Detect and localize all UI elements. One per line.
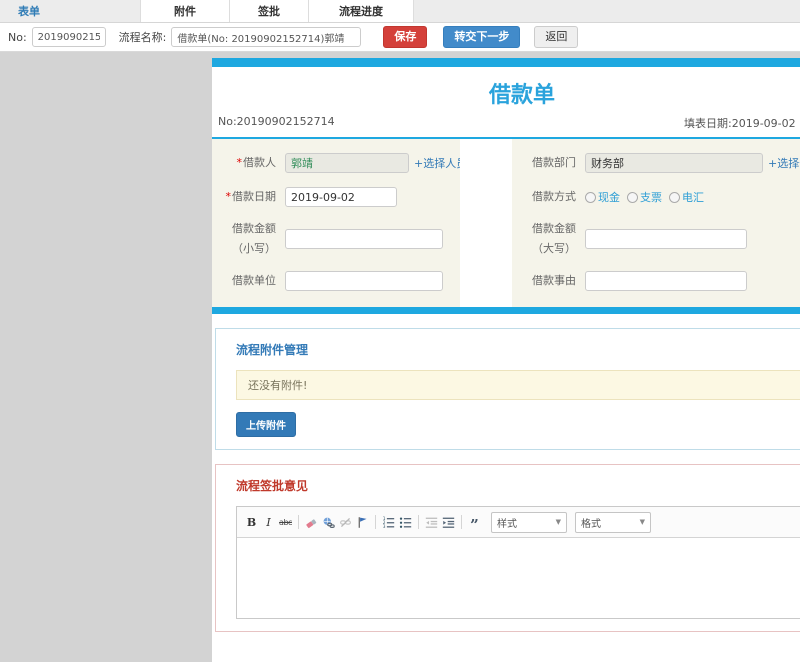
page-title: 借款单 [488,83,555,108]
borrow-reason-row: 借款事由 [512,264,800,298]
borrow-date-row: *借款日期 [212,180,460,214]
borrower-label-text: 借款人 [243,156,276,170]
dept-row: 借款部门 +选择部门 [512,146,800,180]
borrower-input[interactable] [285,153,409,173]
borrow-date-label: *借款日期 [212,187,277,207]
borrow-date-input[interactable] [285,187,397,207]
action-toolbar: No: 流程名称: 保存 转交下一步 返回 [0,23,800,52]
tab-attachment[interactable]: 附件 [140,0,230,22]
forward-next-step-button[interactable]: 转交下一步 [443,26,521,48]
borrower-row: *借款人 +选择人员 [212,146,467,180]
flow-name-input[interactable] [171,27,362,47]
anchor-flag-icon[interactable] [354,514,371,530]
numbered-list-icon[interactable]: 1 2 3 [380,514,397,530]
no-input[interactable] [31,27,106,47]
borrower-label: *借款人 [212,153,277,173]
outdent-icon[interactable] [423,514,440,530]
top-tab-bar: 表单 附件 签批 流程进度 [0,0,800,23]
dept-input[interactable] [585,153,763,173]
back-button[interactable]: 返回 [534,26,579,48]
strikethrough-icon[interactable]: abc [277,514,294,530]
amount-upper-row: 借款金额（大写） [512,214,800,264]
tab-process-progress[interactable]: 流程进度 [309,0,414,22]
unlink-icon[interactable] [337,514,354,530]
borrow-method-label: 借款方式 [532,190,576,204]
form-meta-row: No:20190902152714 填表日期:2019-09-02 15:27:… [212,115,800,137]
bottom-accent-bar [212,307,800,314]
toolbar-separator [375,515,376,529]
rich-text-editor: B I abc 1 2 3 ” 样式 ▼ 格式 ▼ [236,506,800,619]
borrow-unit-label: 借款单位 [232,274,276,288]
italic-icon[interactable]: I [260,514,277,530]
borrow-unit-row: 借款单位 [212,264,460,298]
toolbar-separator [418,515,419,529]
required-star: * [236,156,243,170]
borrow-reason-input[interactable] [585,271,747,291]
radio-wire-transfer-label: 电汇 [682,191,704,204]
radio-cheque-label: 支票 [640,191,662,204]
radio-cash[interactable]: 现金 [585,189,620,205]
amount-upper-label: 借款金额（大写） [532,222,576,255]
chevron-down-icon: ▼ [639,518,645,526]
radio-wire-transfer[interactable]: 电汇 [669,189,704,205]
no-attachment-notice: 还没有附件! [236,370,800,400]
amount-lower-label: 借款金额（小写） [232,222,276,255]
amount-lower-row: 借款金额（小写） [212,214,460,264]
column-gap [460,139,512,307]
approval-section-title: 流程签批意见 [236,479,309,493]
borrow-method-options: 现金 支票 电汇 [585,189,711,205]
editor-toolbar: B I abc 1 2 3 ” 样式 ▼ 格式 ▼ [237,507,800,538]
svg-text:3: 3 [383,524,386,529]
approval-comment-section: 流程签批意见 B I abc 1 2 3 ” 样式 ▼ 格式 ▼ [215,464,800,632]
toolbar-separator [298,515,299,529]
format-dropdown-label: 格式 [581,518,601,530]
form-date-text: 填表日期:2019-09-02 15:27:1 [684,117,800,130]
chevron-down-icon: ▼ [555,518,561,526]
tab-approval[interactable]: 签批 [230,0,309,22]
borrow-unit-input[interactable] [285,271,443,291]
styles-dropdown-label: 样式 [497,518,517,530]
editor-content-area[interactable] [237,538,800,618]
select-dept-link[interactable]: +选择部门 [768,155,800,171]
toolbar-separator [461,515,462,529]
attachment-section-title: 流程附件管理 [236,343,309,357]
format-dropdown[interactable]: 格式 ▼ [575,511,651,533]
save-button[interactable]: 保存 [383,26,428,48]
amount-lower-input[interactable] [285,229,443,249]
styles-dropdown[interactable]: 样式 ▼ [491,511,567,533]
loan-form-panel: 借款单 No:20190902152714 填表日期:2019-09-02 15… [212,58,800,662]
required-star: * [225,190,232,204]
radio-cash-label: 现金 [598,191,620,204]
borrow-date-label-text: 借款日期 [232,190,276,204]
form-grid: *借款人 +选择人员 *借款日期 借款金额（小写） 借款单位 借款部门 [212,139,800,307]
form-no-text: No:20190902152714 [218,115,335,128]
borrow-reason-label: 借款事由 [532,274,576,288]
bold-icon[interactable]: B [243,514,260,530]
dept-label: 借款部门 [532,156,576,170]
indent-icon[interactable] [440,514,457,530]
borrow-method-row: 借款方式 现金 支票 电汇 [512,180,800,214]
link-icon[interactable] [320,514,337,530]
bullet-list-icon[interactable] [397,514,414,530]
radio-circle-icon[interactable] [585,191,596,203]
radio-cheque[interactable]: 支票 [627,189,662,205]
upload-attachment-button[interactable]: 上传附件 [236,412,296,437]
radio-circle-icon[interactable] [627,191,638,203]
form-column-left: *借款人 +选择人员 *借款日期 借款金额（小写） 借款单位 [212,139,467,307]
tab-form[interactable]: 表单 [0,0,140,22]
amount-upper-input[interactable] [585,229,747,249]
top-accent-bar [212,58,800,67]
no-label: No: [8,30,27,44]
radio-circle-icon[interactable] [669,191,680,203]
remove-format-icon[interactable] [303,514,320,530]
attachment-section: 流程附件管理 还没有附件! 上传附件 [215,328,800,450]
form-column-right: 借款部门 +选择部门 借款方式 现金 支票 [512,139,800,307]
blockquote-icon[interactable]: ” [466,511,483,533]
flow-name-label: 流程名称: [118,31,167,44]
